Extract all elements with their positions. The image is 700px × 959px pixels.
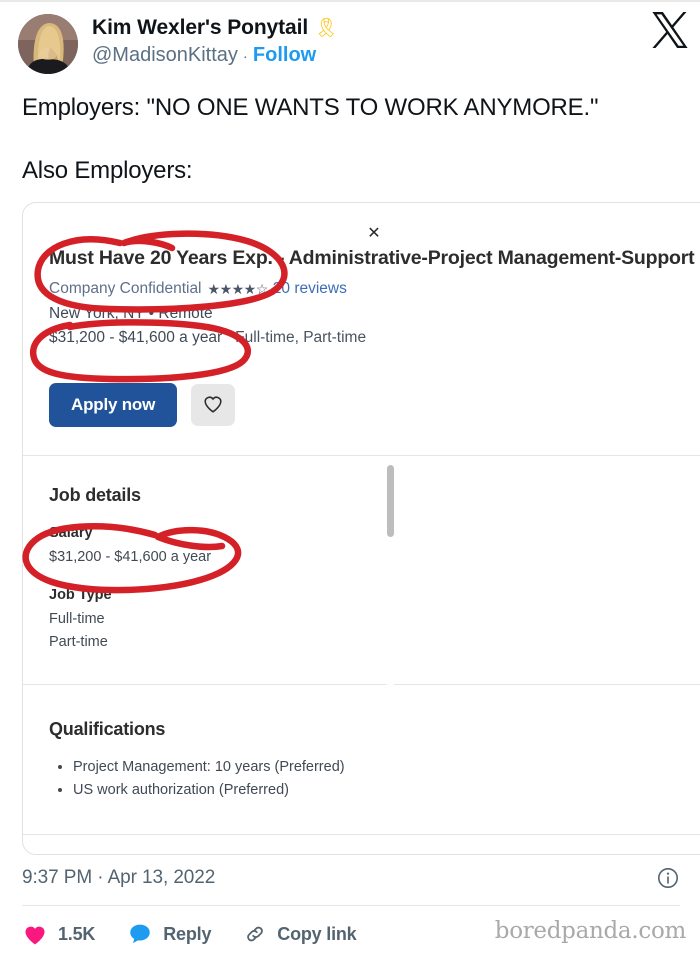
link-icon xyxy=(243,922,267,946)
top-divider xyxy=(0,0,700,2)
tweet-screenshot: Kim Wexler's Ponytail 🎗 @MadisonKittay ·… xyxy=(0,0,700,959)
save-job-button[interactable] xyxy=(191,384,236,426)
job-panel-scrollbar-thumb[interactable] xyxy=(387,465,394,537)
info-circle-icon[interactable] xyxy=(656,866,680,890)
like-count: 1.5K xyxy=(58,923,96,944)
card-divider-1 xyxy=(23,455,700,456)
qualifications-section: Qualifications Project Management: 10 ye… xyxy=(49,719,669,803)
heart-icon xyxy=(22,921,48,947)
qualifications-list: Project Management: 10 years (Preferred)… xyxy=(49,756,669,803)
display-name-row: Kim Wexler's Ponytail 🎗 xyxy=(92,16,338,41)
author-identity: Kim Wexler's Ponytail 🎗 @MadisonKittay ·… xyxy=(92,14,338,67)
display-name: Kim Wexler's Ponytail xyxy=(92,16,309,39)
job-location: New York, NY • Remote xyxy=(49,304,213,322)
tweet-timestamp: 9:37 PM · Apr 13, 2022 xyxy=(22,867,216,888)
copy-link-label: Copy link xyxy=(277,923,357,944)
company-row: Company Confidential ★★★★☆ 20 reviews xyxy=(49,279,699,299)
tweet-header: Kim Wexler's Ponytail 🎗 @MadisonKittay ·… xyxy=(18,14,682,76)
separator-dot: · xyxy=(242,47,248,65)
job-pay: $31,200 - $41,600 a year xyxy=(49,328,223,346)
reviews-link[interactable]: 20 reviews xyxy=(273,279,347,299)
timestamp-row: 9:37 PM · Apr 13, 2022 xyxy=(22,866,680,890)
avatar[interactable] xyxy=(18,14,78,74)
job-details-section: Job details Salary $31,200 - $41,600 a y… xyxy=(49,485,669,653)
job-actions: Apply now xyxy=(49,383,236,427)
apply-now-button[interactable]: Apply now xyxy=(49,383,178,427)
speech-bubble-icon xyxy=(127,921,153,947)
job-title[interactable]: Must Have 20 Years Exp. - Administrative… xyxy=(49,247,699,271)
job-type-value-1: Full-time xyxy=(49,611,105,628)
salary-label: Salary xyxy=(49,525,93,541)
job-type-value-2: Part-time xyxy=(49,634,108,651)
awareness-ribbon-icon: 🎗 xyxy=(314,17,339,39)
rating-stars-icon: ★★★★☆ xyxy=(207,280,269,297)
author-handle[interactable]: @MadisonKittay xyxy=(92,44,238,68)
follow-button[interactable]: Follow xyxy=(253,44,316,68)
company-name: Company Confidential xyxy=(49,279,202,297)
reply-button[interactable]: Reply xyxy=(127,921,211,947)
handle-row: @MadisonKittay · Follow xyxy=(92,44,338,68)
salary-value: $31,200 - $41,600 a year xyxy=(49,549,212,565)
like-button[interactable]: 1.5K xyxy=(22,921,95,947)
card-divider-3 xyxy=(23,834,700,835)
job-type-label: Job Type xyxy=(49,587,112,604)
x-logo-icon xyxy=(652,12,688,48)
tweet-body-line-2: Also Employers: xyxy=(22,157,193,184)
close-icon[interactable]: ✕ xyxy=(365,225,383,243)
tweet-body-line-1: Employers: "NO ONE WANTS TO WORK ANYMORE… xyxy=(22,94,599,121)
heart-outline-icon xyxy=(202,393,224,418)
list-item: US work authorization (Preferred) xyxy=(73,779,669,802)
job-pay-row: $31,200 - $41,600 a year Full-time, Part… xyxy=(49,328,699,349)
job-posting-card: ✕ Must Have 20 Years Exp. - Administrati… xyxy=(22,202,700,855)
footer-divider xyxy=(22,905,680,906)
qualifications-heading: Qualifications xyxy=(49,719,166,739)
watermark: boredpanda.com xyxy=(494,918,687,944)
copy-link-button[interactable]: Copy link xyxy=(243,922,357,946)
job-employment-types: Full-time, Part-time xyxy=(235,328,367,346)
card-divider-2 xyxy=(23,684,700,685)
list-item: Project Management: 10 years (Preferred) xyxy=(73,756,669,779)
job-card-header: Must Have 20 Years Exp. - Administrative… xyxy=(49,247,699,349)
job-details-heading: Job details xyxy=(49,485,141,505)
reply-label: Reply xyxy=(163,923,212,944)
